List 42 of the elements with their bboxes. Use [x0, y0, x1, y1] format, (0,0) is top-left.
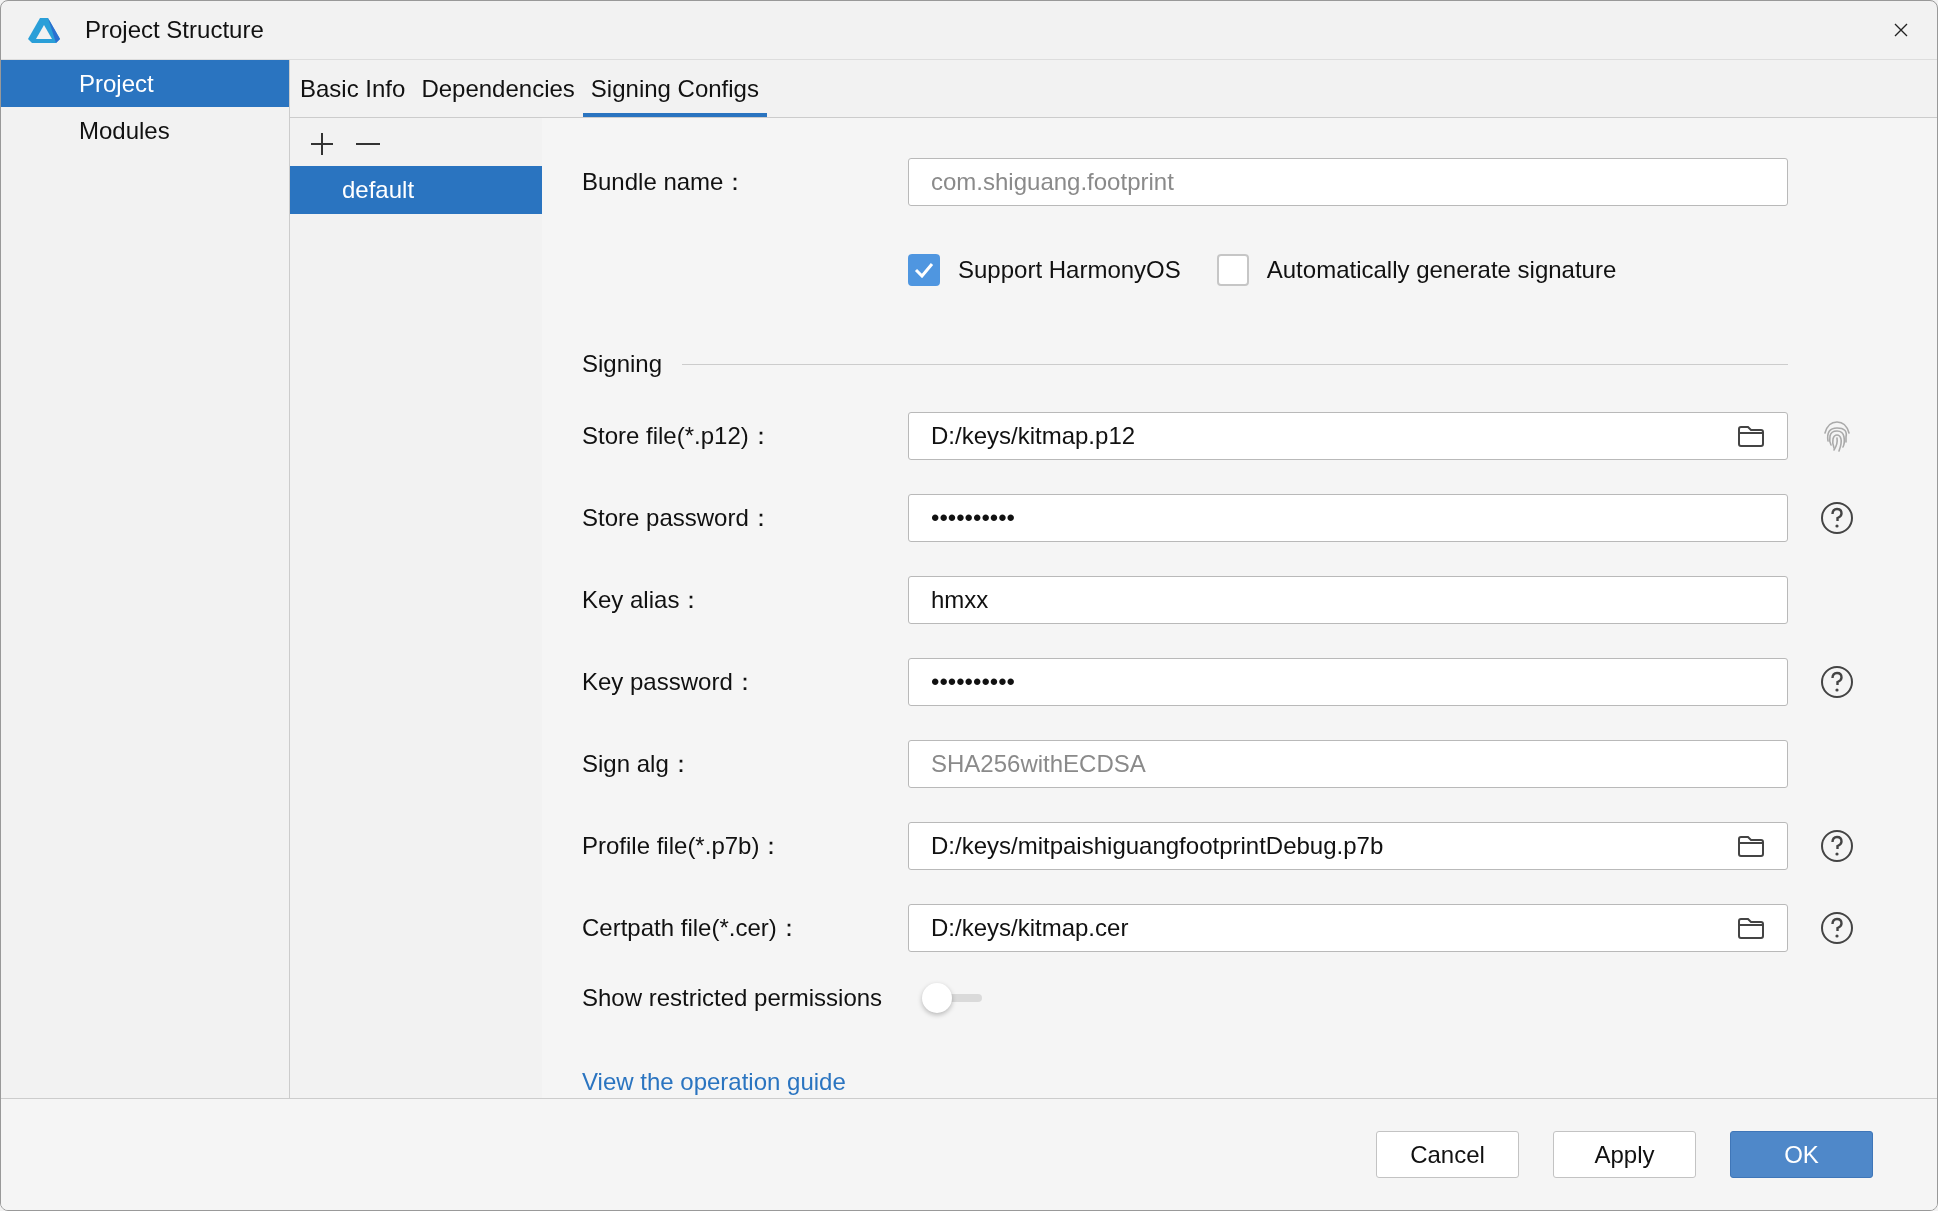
- sidebar-item[interactable]: Modules: [1, 107, 289, 154]
- field-label: Profile file(*.p7b)：: [582, 831, 785, 861]
- dialog-button[interactable]: Apply: [1553, 1131, 1696, 1178]
- checkbox-label: Support HarmonyOS: [958, 255, 1181, 285]
- help-icon[interactable]: [1820, 911, 1854, 945]
- field-label: Certpath file(*.cer)：: [582, 913, 802, 943]
- help-icon[interactable]: [1820, 501, 1854, 535]
- toggle-switch[interactable]: [922, 983, 983, 1013]
- text-field[interactable]: hmxx: [908, 576, 1788, 624]
- field-label: Bundle name：: [582, 167, 749, 197]
- config-item[interactable]: default: [290, 166, 542, 214]
- folder-icon[interactable]: [1737, 916, 1765, 940]
- operation-guide-link[interactable]: View the operation guide: [582, 1064, 846, 1100]
- tab[interactable]: Dependencies: [413, 61, 583, 117]
- check-icon: [914, 262, 934, 278]
- sidebar-item[interactable]: Project: [1, 60, 289, 107]
- tab[interactable]: Basic Info: [292, 61, 414, 117]
- remove-icon[interactable]: [356, 142, 380, 146]
- text-field[interactable]: D:/keys/kitmap.cer: [908, 904, 1788, 952]
- text-field[interactable]: ••••••••••: [908, 658, 1788, 706]
- field-label: Store password：: [582, 503, 774, 533]
- field-label: Key alias：: [582, 585, 705, 615]
- help-icon[interactable]: [1820, 665, 1854, 699]
- text-field[interactable]: D:/keys/kitmap.p12: [908, 412, 1788, 460]
- field-label: Store file(*.p12)：: [582, 421, 774, 451]
- checkbox[interactable]: [1216, 254, 1249, 286]
- toggle-label: Show restricted permissions: [582, 983, 883, 1013]
- add-icon[interactable]: [310, 132, 334, 156]
- text-field[interactable]: D:/keys/mitpaishiguangfootprintDebug.p7b: [908, 822, 1788, 870]
- field-label: Sign alg：: [582, 749, 694, 779]
- section-title: Signing: [582, 349, 663, 379]
- window-title: Project Structure: [85, 15, 264, 45]
- app-logo-icon: [27, 17, 61, 43]
- folder-icon[interactable]: [1737, 834, 1765, 858]
- help-icon[interactable]: [1820, 829, 1854, 863]
- checkbox-label: Automatically generate signature: [1266, 255, 1617, 285]
- dialog-button[interactable]: OK: [1730, 1131, 1873, 1178]
- text-field[interactable]: ••••••••••: [908, 494, 1788, 542]
- field-label: Key password：: [582, 667, 758, 697]
- dialog-button[interactable]: Cancel: [1376, 1131, 1519, 1178]
- folder-icon[interactable]: [1737, 424, 1765, 448]
- checkbox[interactable]: [908, 254, 940, 286]
